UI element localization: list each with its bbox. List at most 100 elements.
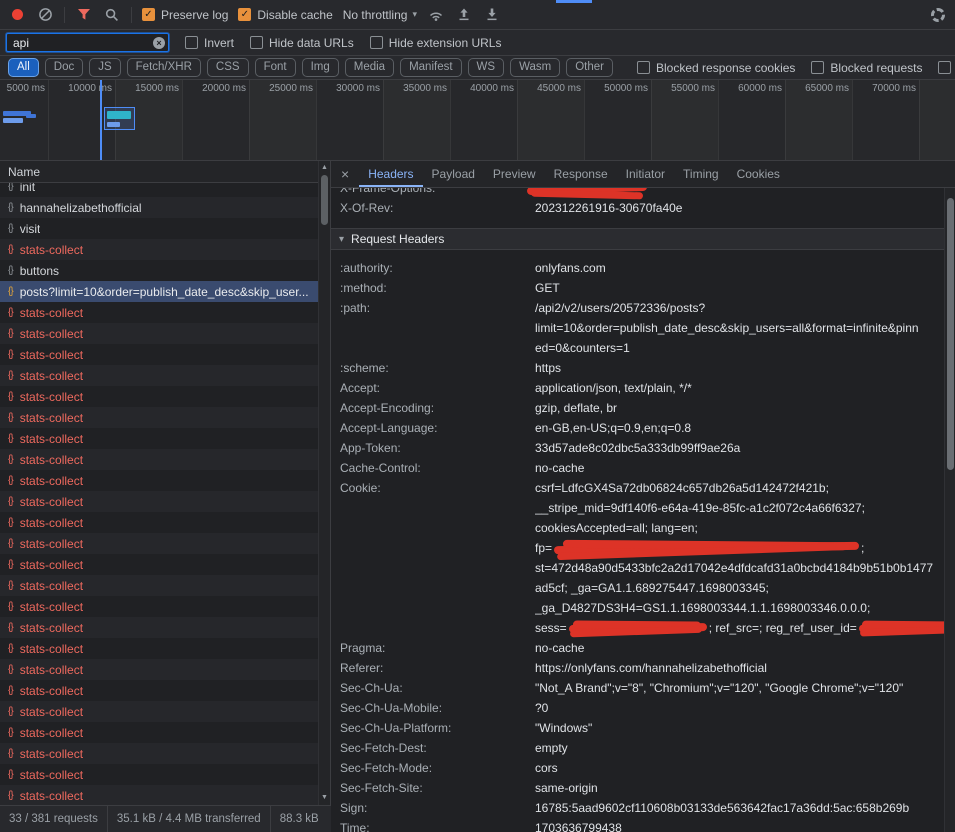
hide-data-urls-toggle[interactable]: Hide data URLs	[250, 36, 354, 50]
request-list-scrollbar[interactable]: ▲ ▼	[318, 161, 330, 805]
time-label: 65000 ms	[779, 83, 849, 94]
header-name: Accept-Encoding:	[331, 398, 535, 418]
request-row[interactable]: {}stats-collect	[0, 386, 318, 407]
request-row[interactable]: {}stats-collect	[0, 575, 318, 596]
request-row[interactable]: {}stats-collect	[0, 722, 318, 743]
disable-cache-toggle[interactable]: ✓ Disable cache	[238, 8, 332, 22]
request-row[interactable]: {}stats-collect	[0, 743, 318, 764]
tab-headers[interactable]: Headers	[359, 161, 422, 187]
filter-chip-all[interactable]: All	[8, 58, 39, 77]
scrollbar-thumb[interactable]	[947, 198, 954, 470]
request-row[interactable]: {}stats-collect	[0, 701, 318, 722]
request-row[interactable]: {}hannahelizabethofficial	[0, 197, 318, 218]
invert-toggle[interactable]: Invert	[185, 36, 234, 50]
filter-input-wrap: ×	[6, 33, 169, 52]
toolbar-divider	[64, 7, 65, 23]
tab-preview[interactable]: Preview	[484, 161, 545, 187]
request-row[interactable]: {}init	[0, 183, 318, 197]
request-row[interactable]: {}visit	[0, 218, 318, 239]
tab-initiator[interactable]: Initiator	[617, 161, 674, 187]
checkbox-checked-icon[interactable]: ✓	[238, 8, 251, 21]
request-headers-section[interactable]: ▾ Request Headers	[331, 228, 944, 250]
filter-button[interactable]	[75, 6, 93, 24]
filter-chip-doc[interactable]: Doc	[45, 58, 83, 77]
filter-chip-fetch-xhr[interactable]: Fetch/XHR	[127, 58, 201, 77]
name-column-header[interactable]: Name	[0, 161, 330, 183]
record-button[interactable]	[8, 6, 26, 24]
request-row[interactable]: {}stats-collect	[0, 785, 318, 805]
scroll-up-icon[interactable]: ▲	[319, 162, 330, 174]
request-row[interactable]: {}stats-collect	[0, 239, 318, 260]
network-conditions-button[interactable]	[427, 6, 445, 24]
request-row[interactable]: {}stats-collect	[0, 323, 318, 344]
header-row: :authority:onlyfans.com	[331, 258, 944, 278]
filter-chip-other[interactable]: Other	[566, 58, 613, 77]
tab-timing[interactable]: Timing	[674, 161, 728, 187]
request-row[interactable]: {}stats-collect	[0, 764, 318, 785]
preserve-log-toggle[interactable]: ✓ Preserve log	[142, 8, 228, 22]
detail-scrollbar[interactable]	[944, 188, 955, 832]
request-row[interactable]: {}stats-collect	[0, 428, 318, 449]
request-row[interactable]: {}stats-collect	[0, 407, 318, 428]
request-row[interactable]: {}buttons	[0, 260, 318, 281]
checkbox-icon[interactable]	[250, 36, 263, 49]
header-value: https://onlyfans.com/hannahelizabethoffi…	[535, 658, 944, 678]
request-row[interactable]: {}stats-collect	[0, 554, 318, 575]
filter-chip-media[interactable]: Media	[345, 58, 394, 77]
filter-input[interactable]	[6, 33, 169, 52]
throttling-select[interactable]: No throttling ▾	[343, 8, 417, 22]
request-row[interactable]: {}stats-collect	[0, 302, 318, 323]
request-row[interactable]: {}stats-collect	[0, 449, 318, 470]
request-name: buttons	[20, 264, 59, 278]
request-row[interactable]: {}stats-collect	[0, 680, 318, 701]
type-filter-bar: All Doc JS Fetch/XHR CSS Font Img Media Manifest…	[0, 56, 955, 80]
request-row[interactable]: {}stats-collect	[0, 617, 318, 638]
request-row[interactable]: {}stats-collect	[0, 344, 318, 365]
filter-toggle-blocked-requests[interactable]: Blocked requests	[811, 61, 922, 75]
scroll-down-icon[interactable]: ▼	[319, 792, 330, 804]
search-button[interactable]	[103, 6, 121, 24]
preserve-log-label: Preserve log	[161, 8, 228, 22]
filter-chip-js[interactable]: JS	[89, 58, 120, 77]
tab-response[interactable]: Response	[545, 161, 617, 187]
checkbox-icon[interactable]	[370, 36, 383, 49]
request-row[interactable]: {}stats-collect	[0, 491, 318, 512]
request-row[interactable]: {}stats-collect	[0, 659, 318, 680]
disclosure-caret-icon[interactable]: ▾	[339, 234, 344, 245]
overview-bar	[107, 111, 131, 119]
scrollbar-thumb[interactable]	[321, 175, 328, 225]
clear-button[interactable]	[36, 6, 54, 24]
request-row[interactable]: {}stats-collect	[0, 512, 318, 533]
filter-chip-manifest[interactable]: Manifest	[400, 58, 461, 77]
filter-chip-font[interactable]: Font	[255, 58, 296, 77]
close-detail-button[interactable]: ×	[341, 161, 349, 187]
checkbox-checked-icon[interactable]: ✓	[142, 8, 155, 21]
filter-chip-img[interactable]: Img	[302, 58, 339, 77]
request-row[interactable]: {}stats-collect	[0, 596, 318, 617]
checkbox-icon[interactable]	[185, 36, 198, 49]
checkbox-icon[interactable]	[811, 61, 824, 74]
settings-button[interactable]	[929, 6, 947, 24]
header-name: App-Token:	[331, 438, 535, 458]
filter-chip-css[interactable]: CSS	[207, 58, 249, 77]
request-row[interactable]: {}stats-collect	[0, 470, 318, 491]
tab-cookies[interactable]: Cookies	[728, 161, 789, 187]
filter-toggle-blocked-response-cookies[interactable]: Blocked response cookies	[637, 61, 795, 75]
export-har-button[interactable]	[483, 6, 501, 24]
clear-filter-icon[interactable]: ×	[153, 37, 165, 49]
hide-extension-urls-toggle[interactable]: Hide extension URLs	[370, 36, 502, 50]
filter-toggle-3rd-party-requests[interactable]: 3rd-party requests	[938, 61, 955, 75]
network-overview-timeline[interactable]: 5000 ms10000 ms15000 ms20000 ms25000 ms3…	[0, 80, 955, 161]
clear-icon	[38, 7, 53, 22]
request-row[interactable]: {}stats-collect	[0, 533, 318, 554]
checkbox-icon[interactable]	[938, 61, 951, 74]
tab-payload[interactable]: Payload	[423, 161, 484, 187]
request-row[interactable]: {}stats-collect	[0, 365, 318, 386]
header-name: Cache-Control:	[331, 458, 535, 478]
filter-chip-wasm[interactable]: Wasm	[510, 58, 560, 77]
checkbox-icon[interactable]	[637, 61, 650, 74]
request-row[interactable]: {}posts?limit=10&order=publish_date_desc…	[0, 281, 318, 302]
import-har-button[interactable]	[455, 6, 473, 24]
request-row[interactable]: {}stats-collect	[0, 638, 318, 659]
filter-chip-ws[interactable]: WS	[468, 58, 505, 77]
